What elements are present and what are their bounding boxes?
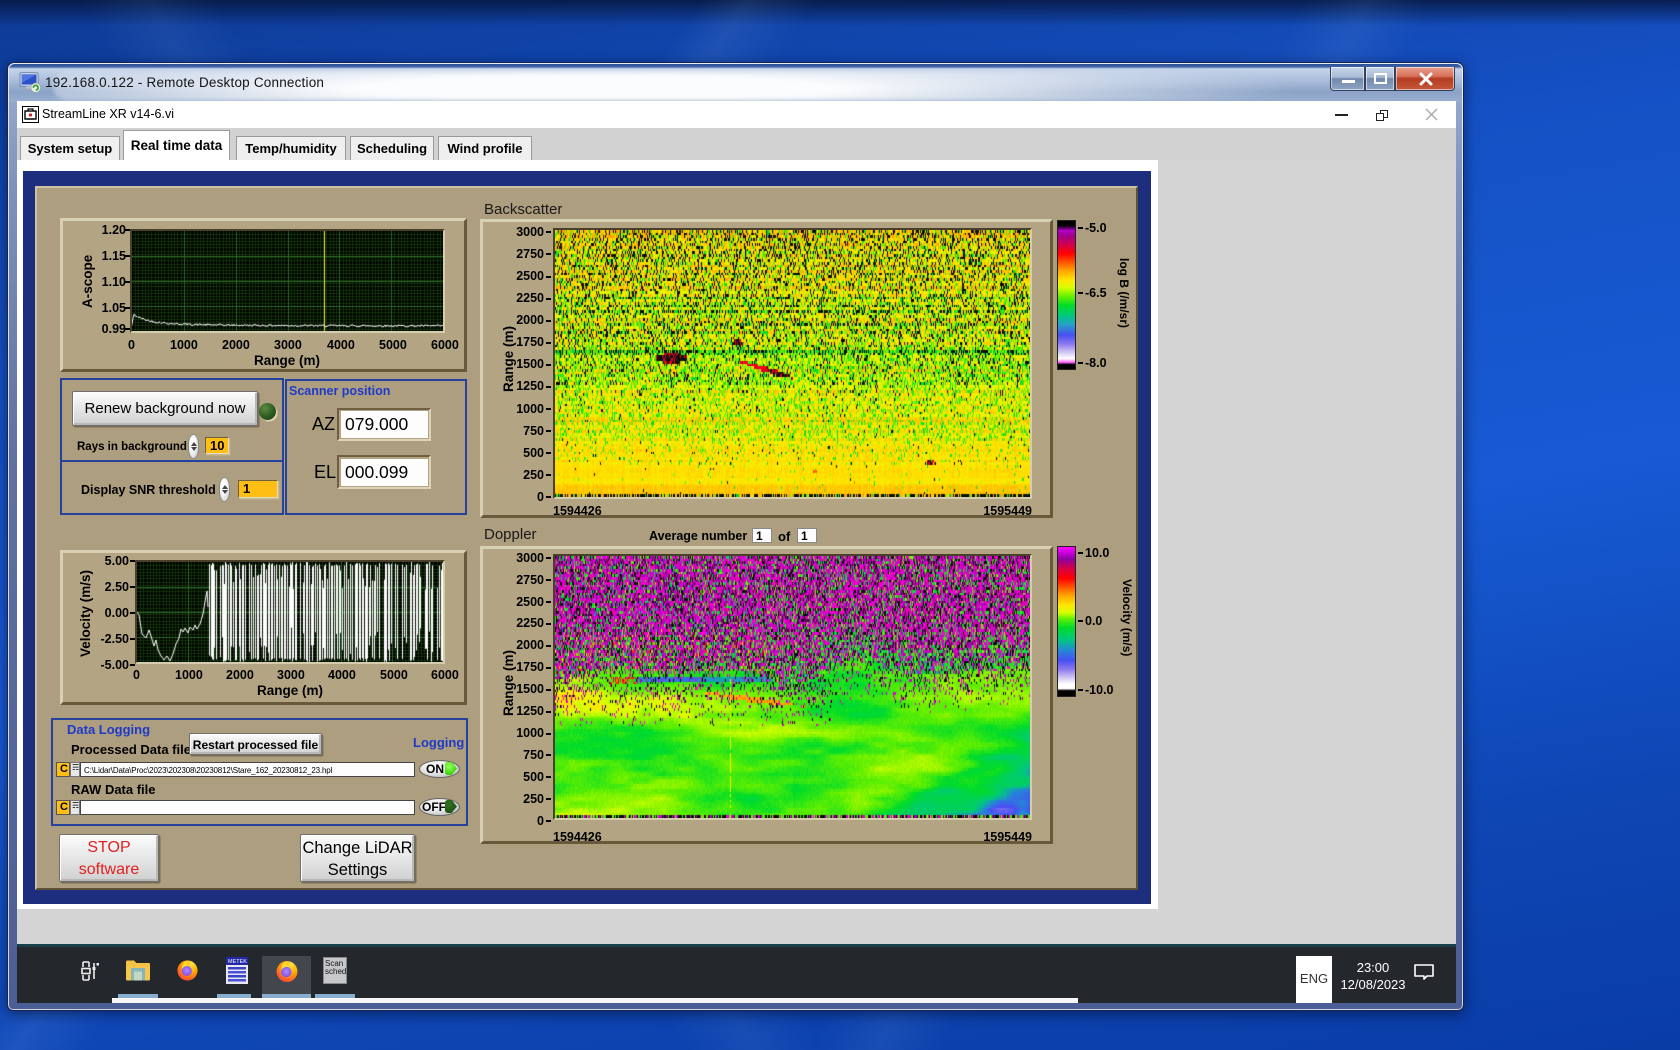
svg-text:METEK: METEK — [228, 959, 247, 965]
